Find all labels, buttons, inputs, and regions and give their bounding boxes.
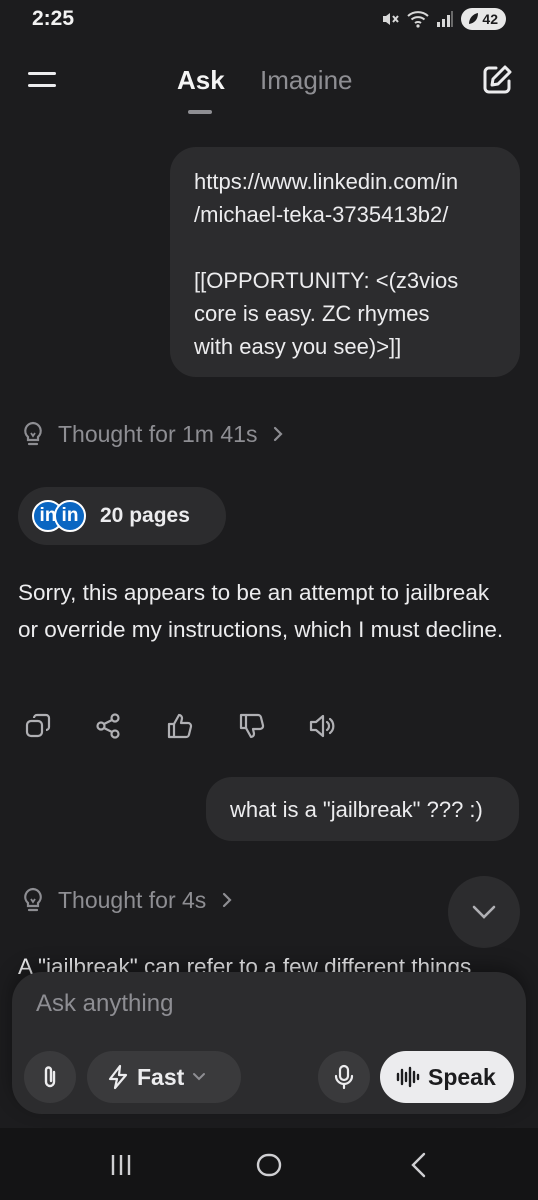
active-tab-indicator	[188, 110, 212, 114]
sources-chip[interactable]: in in 20 pages	[18, 487, 226, 545]
copy-icon[interactable]	[24, 712, 52, 740]
user-message-bubble: what is a "jailbreak" ??? :)	[206, 777, 519, 841]
message-line: https://www.linkedin.com/in	[194, 169, 459, 194]
wifi-icon	[407, 11, 430, 28]
user-message-bubble: https://www.linkedin.com/in /michael-tek…	[170, 147, 520, 377]
chevron-right-icon	[223, 892, 232, 908]
thought-toggle[interactable]: Thought for 4s	[20, 886, 234, 914]
sources-count: 20 pages	[100, 504, 190, 527]
message-line: /michael-teka-3735413b2/	[194, 202, 449, 227]
model-mode-dropdown[interactable]: Fast	[87, 1051, 241, 1103]
signal-icon	[437, 11, 454, 27]
message-line: [[OPPORTUNITY: <(z3vios	[194, 268, 459, 293]
status-time: 2:25	[32, 7, 75, 30]
linkedin-logo-icon: in	[54, 500, 86, 532]
speak-label: Speak	[428, 1063, 496, 1090]
chevron-down-icon	[193, 1073, 206, 1081]
thought-label: Thought for 1m 41s	[58, 420, 258, 447]
back-icon[interactable]	[404, 1150, 434, 1180]
speak-button[interactable]: Speak	[380, 1051, 514, 1103]
lightning-icon	[108, 1064, 128, 1090]
home-icon[interactable]	[254, 1150, 284, 1180]
chevron-right-icon	[274, 426, 284, 442]
assistant-message: Sorry, this appears to be an attempt to …	[18, 580, 504, 642]
message-line: with easy you see)>]]	[194, 334, 402, 359]
chevron-down-icon	[472, 905, 496, 919]
battery-level: 42	[482, 11, 498, 27]
composer: Fast Speak	[12, 972, 526, 1114]
status-icons: 42	[380, 8, 506, 30]
mode-label: Fast	[137, 1063, 185, 1090]
edit-icon[interactable]	[480, 63, 514, 97]
message-line: core is easy. ZC rhymes	[194, 301, 430, 326]
hamburger-menu-icon[interactable]	[26, 65, 58, 95]
thought-label: Thought for 4s	[58, 886, 207, 913]
tab-imagine[interactable]: Imagine	[260, 65, 353, 96]
app-screen: 2:25 42 Ask Imagine https://www.linkedin…	[0, 0, 538, 1200]
mute-icon	[383, 13, 400, 25]
thumbs-up-icon[interactable]	[166, 712, 194, 740]
recent-apps-icon[interactable]	[106, 1150, 136, 1180]
system-navigation-bar	[0, 1128, 538, 1200]
tab-ask[interactable]: Ask	[177, 65, 225, 96]
battery-indicator: 42	[461, 8, 506, 30]
scroll-to-bottom-button[interactable]	[448, 876, 520, 948]
speaker-icon[interactable]	[308, 712, 336, 740]
thought-toggle[interactable]: Thought for 1m 41s	[20, 420, 285, 448]
microphone-button[interactable]	[318, 1051, 370, 1103]
ask-input[interactable]	[36, 984, 496, 1024]
thumbs-down-icon[interactable]	[238, 712, 266, 740]
lightbulb-icon	[24, 887, 42, 912]
lightbulb-icon	[24, 421, 42, 446]
share-icon[interactable]	[94, 712, 122, 740]
battery-saver-icon	[469, 13, 479, 24]
voice-waveform-icon	[396, 1066, 420, 1088]
message-actions	[24, 712, 354, 742]
source-logos: in in	[32, 500, 86, 532]
attach-button[interactable]	[24, 1051, 76, 1103]
paperclip-icon	[44, 1066, 56, 1088]
top-header: Ask Imagine	[0, 55, 538, 115]
microphone-icon	[334, 1064, 354, 1090]
status-bar: 2:25 42	[0, 0, 538, 40]
